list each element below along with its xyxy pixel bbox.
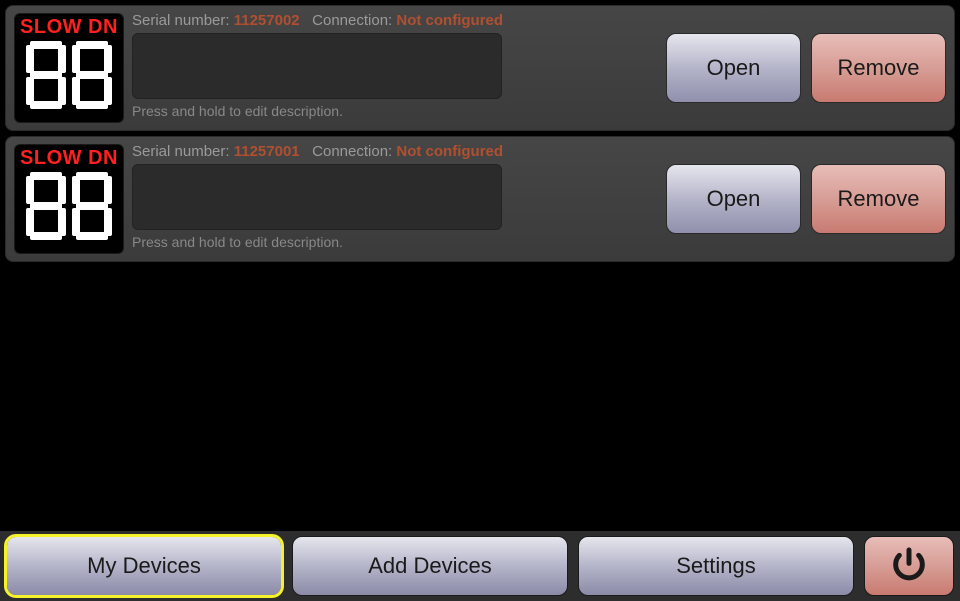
open-button[interactable]: Open [666, 164, 801, 234]
device-actions: Open Remove [666, 33, 946, 103]
thumb-title: SLOW DN [20, 16, 118, 39]
remove-button[interactable]: Remove [811, 33, 946, 103]
serial-label: Serial number: [132, 143, 234, 160]
thumb-title: SLOW DN [20, 147, 118, 170]
connection-value: Not configured [396, 12, 503, 29]
device-actions: Open Remove [666, 164, 946, 234]
description-hint: Press and hold to edit description. [132, 103, 658, 119]
tab-settings[interactable]: Settings [578, 536, 854, 596]
seven-segment-icon [24, 172, 114, 242]
connection-value: Not configured [396, 143, 503, 160]
description-input[interactable] [132, 33, 502, 99]
description-input[interactable] [132, 164, 502, 230]
device-card: SLOW DN Serial number: 11257001 Connecti… [5, 136, 955, 262]
device-info: Serial number: 11257002 Connection: Not … [132, 12, 658, 124]
description-hint: Press and hold to edit description. [132, 234, 658, 250]
device-card: SLOW DN Serial number: 11257002 Connecti… [5, 5, 955, 131]
device-thumbnail: SLOW DN [14, 13, 124, 123]
open-button[interactable]: Open [666, 33, 801, 103]
serial-value: 11257002 [234, 12, 300, 29]
device-thumbnail: SLOW DN [14, 144, 124, 254]
seven-segment-icon [24, 41, 114, 111]
power-button[interactable] [864, 536, 954, 596]
bottom-bar: My Devices Add Devices Settings [0, 531, 960, 601]
serial-value: 11257001 [234, 143, 300, 160]
tab-add-devices[interactable]: Add Devices [292, 536, 568, 596]
device-info-line: Serial number: 11257002 Connection: Not … [132, 12, 658, 33]
connection-label: Connection: [312, 143, 396, 160]
serial-label: Serial number: [132, 12, 234, 29]
device-info: Serial number: 11257001 Connection: Not … [132, 143, 658, 255]
tab-my-devices[interactable]: My Devices [6, 536, 282, 596]
power-icon [889, 545, 929, 588]
remove-button[interactable]: Remove [811, 164, 946, 234]
device-info-line: Serial number: 11257001 Connection: Not … [132, 143, 658, 164]
connection-label: Connection: [312, 12, 396, 29]
